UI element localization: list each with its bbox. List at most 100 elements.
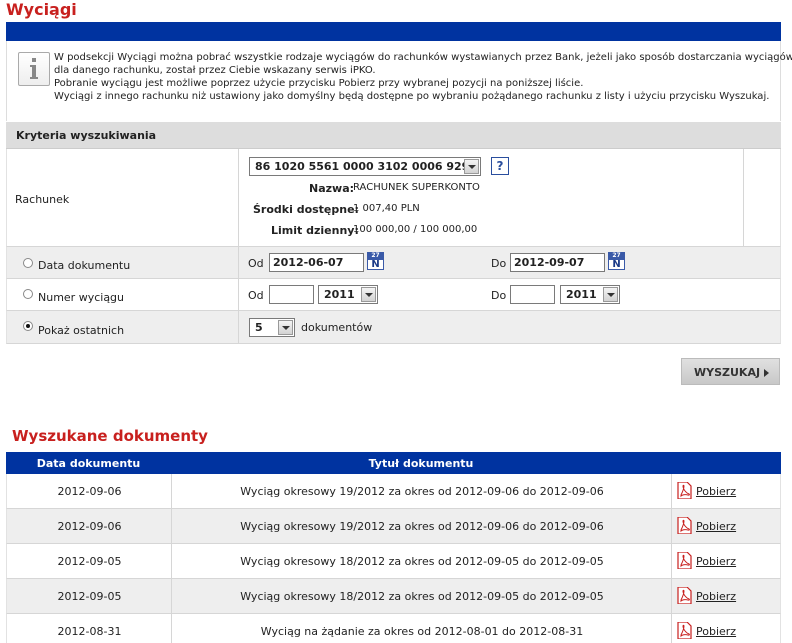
date-to-label: Do [491,257,507,270]
header-bar [6,22,781,41]
pdf-icon[interactable] [677,587,692,604]
document-title: Wyciąg okresowy 18/2012 za okres od 2012… [240,555,604,568]
calendar-icon[interactable]: 27 N [367,252,384,270]
download-link[interactable]: Pobierz [696,485,736,498]
account-select-value: 86 1020 5561 0000 3102 0006 9294 [255,160,477,173]
show-last-select[interactable]: 5 [249,318,295,337]
page-title: Wyciągi [6,0,77,19]
table-row: 2012-09-05 Wyciąg okresowy 18/2012 za okr… [6,579,781,614]
table-row: 2012-09-06 Wyciąg okresowy 19/2012 za okr… [6,474,781,509]
statement-number-label: Numer wyciągu [38,291,125,304]
year-to-select[interactable]: 2011 [560,285,620,304]
pdf-icon[interactable] [677,552,692,569]
calendar-icon-bottom: N [608,259,625,270]
info-icon [18,52,50,86]
account-row: Rachunek 86 1020 5561 0000 3102 0006 929… [6,149,781,247]
results-title: Wyszukane dokumenty [12,427,208,445]
pdf-icon[interactable] [677,517,692,534]
criteria-header-label: Kryteria wyszukiwania [16,129,157,142]
arrow-right-icon [764,369,769,377]
search-button[interactable]: WYSZUKAJ [681,358,780,385]
search-button-label: WYSZUKAJ [694,366,761,379]
col-date-header: Data dokumentu [36,457,141,470]
download-link[interactable]: Pobierz [696,590,736,603]
date-from-label: Od [248,257,264,270]
table-row: 2012-09-05 Wyciąg okresowy 18/2012 za okr… [6,544,781,579]
date-cell: 2012-09-05 [7,544,172,578]
number-from-input[interactable] [269,285,314,304]
download-link[interactable]: Pobierz [696,625,736,638]
document-title: Wyciąg na żądanie za okres od 2012-08-01… [260,625,584,638]
chevron-down-icon[interactable] [278,320,293,335]
number-to-label: Do [491,289,507,302]
number-to-input[interactable] [510,285,555,304]
download-cell: Pobierz [677,544,777,578]
help-icon[interactable]: ? [491,157,509,175]
funds-value: 1 007,40 PLN [353,203,420,214]
download-cell: Pobierz [677,509,777,543]
name-value: RACHUNEK SUPERKONTO [353,182,480,193]
document-date: 2012-09-06 [57,485,122,498]
statement-number-row: Numer wyciągu Od 2011 Do 2011 [6,279,781,311]
document-date: 2012-09-05 [57,590,122,603]
download-link[interactable]: Pobierz [696,555,736,568]
show-last-value: 5 [255,321,263,334]
name-label: Nazwa: [309,182,355,195]
info-line: Pobranie wyciągu jest możliwe poprzez uż… [54,78,584,89]
date-cell: 2012-09-05 [7,579,172,613]
pdf-icon[interactable] [677,622,692,639]
info-line: W podsekcji Wyciągi można pobrać wszystk… [54,52,792,63]
date-cell: 2012-09-06 [7,474,172,508]
download-cell: Pobierz [677,579,777,613]
document-title: Wyciąg okresowy 19/2012 za okres od 2012… [240,485,604,498]
date-cell: 2012-08-31 [7,614,172,643]
document-date: 2012-08-31 [57,625,122,638]
chevron-down-icon[interactable] [361,287,376,302]
chevron-down-icon[interactable] [603,287,618,302]
show-last-label: Pokaż ostatnich [38,324,125,337]
statement-number-radio[interactable] [23,289,33,299]
show-last-row: Pokaż ostatnich 5 dokumentów [6,311,781,344]
show-last-radio[interactable] [23,321,33,331]
table-row: 2012-09-06 Wyciąg okresowy 19/2012 za okr… [6,509,781,544]
chevron-down-icon[interactable] [464,159,479,174]
download-cell: Pobierz [677,474,777,508]
calendar-icon[interactable]: 27 N [608,252,625,270]
funds-label: Środki dostępne: [253,203,359,216]
limit-label: Limit dzienny: [271,224,359,237]
info-line: Wyciągi z innego rachunku niż ustawiony … [54,91,770,102]
date-to-input[interactable]: 2012-09-07 [510,253,605,272]
info-text: W podsekcji Wyciągi można pobrać wszystk… [54,51,792,103]
pdf-icon[interactable] [677,482,692,499]
calendar-icon-bottom: N [367,259,384,270]
title-cell: Wyciąg okresowy 19/2012 za okres od 2012… [172,509,672,543]
date-doc-label: Data dokumentu [38,259,131,272]
year-from-select[interactable]: 2011 [318,285,378,304]
calendar-icon-top: 27 [608,252,625,259]
download-cell: Pobierz [677,614,777,643]
title-cell: Wyciąg na żądanie za okres od 2012-08-01… [172,614,672,643]
date-cell: 2012-09-06 [7,509,172,543]
document-title: Wyciąg okresowy 18/2012 za okres od 2012… [240,590,604,603]
info-line: dla danego rachunku, został przez Ciebie… [54,65,376,76]
date-from-value: 2012-06-07 [273,256,344,269]
title-cell: Wyciąg okresowy 19/2012 za okres od 2012… [172,474,672,508]
download-link[interactable]: Pobierz [696,520,736,533]
account-select[interactable]: 86 1020 5561 0000 3102 0006 9294 [249,157,481,176]
documents-label: dokumentów [301,321,373,334]
info-box: W podsekcji Wyciągi można pobrać wszystk… [6,41,792,121]
criteria-header: Kryteria wyszukiwania [6,122,781,149]
title-cell: Wyciąg okresowy 18/2012 za okres od 2012… [172,544,672,578]
number-from-label: Od [248,289,264,302]
results-table-header: Data dokumentu Tytuł dokumentu [6,452,781,474]
date-from-input[interactable]: 2012-06-07 [269,253,364,272]
year-to-value: 2011 [566,288,597,301]
document-date: 2012-09-05 [57,555,122,568]
date-to-value: 2012-09-07 [514,256,585,269]
limit-value: 100 000,00 / 100 000,00 [353,224,478,235]
year-from-value: 2011 [324,288,355,301]
calendar-icon-top: 27 [367,252,384,259]
table-row: 2012-08-31 Wyciąg na żądanie za okres od … [6,614,781,643]
document-title: Wyciąg okresowy 19/2012 za okres od 2012… [240,520,604,533]
date-radio[interactable] [23,258,33,268]
